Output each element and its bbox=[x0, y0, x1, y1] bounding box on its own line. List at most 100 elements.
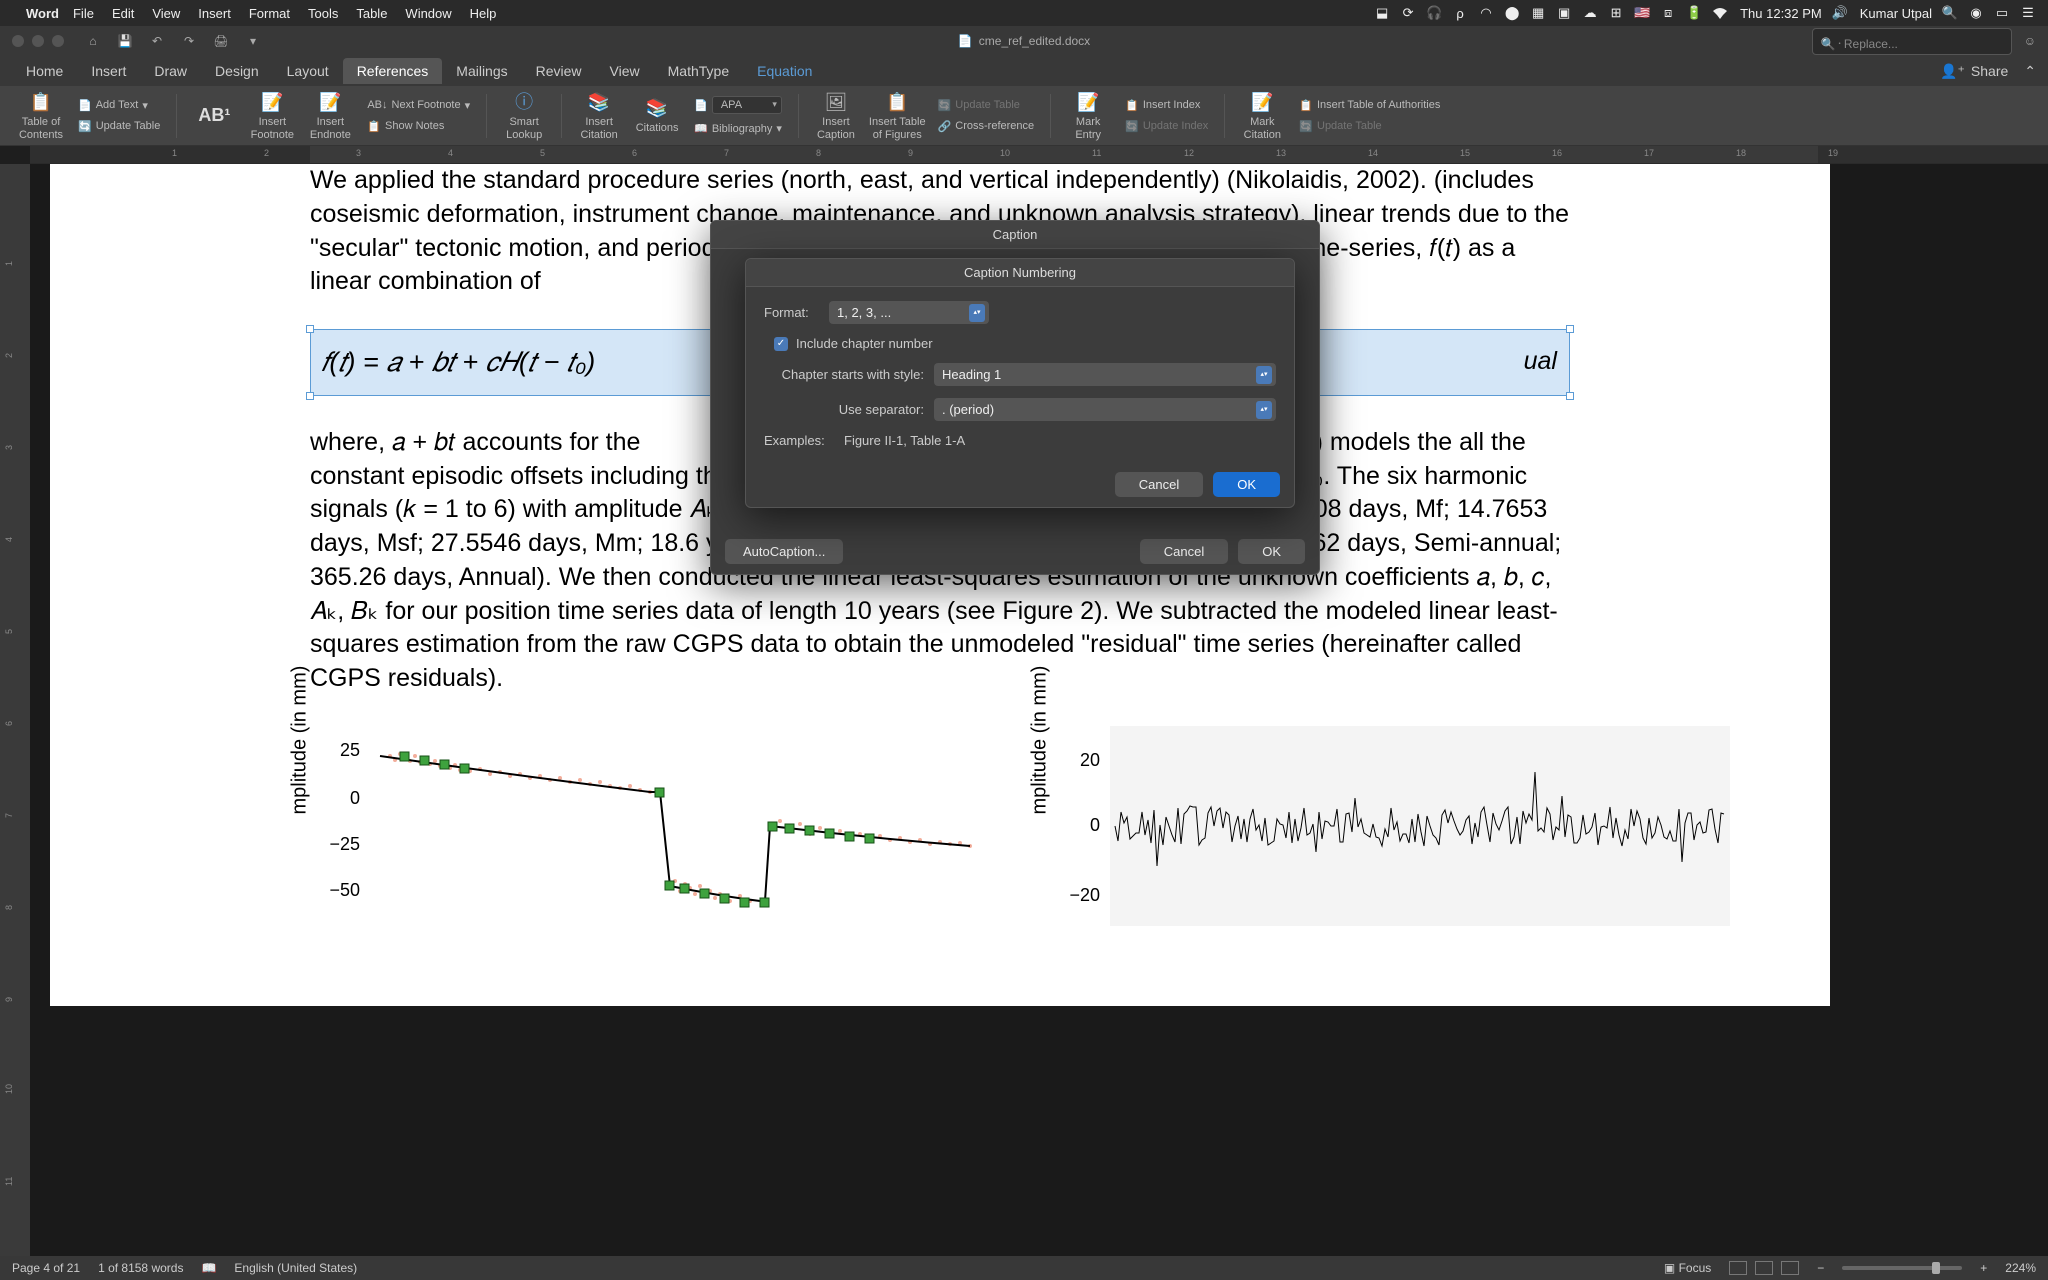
tab-mathtype[interactable]: MathType bbox=[654, 58, 743, 84]
menu-window[interactable]: Window bbox=[405, 6, 451, 21]
tab-references[interactable]: References bbox=[343, 58, 443, 84]
menu-view[interactable]: View bbox=[152, 6, 180, 21]
insert-tof-button[interactable]: 📋 Insert Table of Figures bbox=[869, 90, 926, 140]
tab-layout[interactable]: Layout bbox=[273, 58, 343, 84]
tab-home[interactable]: Home bbox=[12, 58, 77, 84]
display-icon[interactable]: ▭ bbox=[1994, 5, 2010, 21]
search-replace-box[interactable]: 🔍᠂ Replace... bbox=[1812, 28, 2012, 55]
citation-style-dropdown[interactable]: 📄APA bbox=[690, 94, 786, 116]
zoom-in-button[interactable]: + bbox=[1980, 1261, 1987, 1275]
hat-icon[interactable]: ◠ bbox=[1478, 5, 1494, 21]
citations-button[interactable]: 📚 Citations bbox=[632, 96, 682, 134]
format-select[interactable]: 1, 2, 3, ... ▴▾ bbox=[829, 301, 989, 324]
customize-qat-icon[interactable]: ▾ bbox=[244, 32, 262, 50]
minimize-window-button[interactable] bbox=[32, 35, 44, 47]
home-icon[interactable]: ⌂ bbox=[84, 32, 102, 50]
include-chapter-row[interactable]: ✓ Include chapter number bbox=[764, 336, 1276, 351]
separator-select[interactable]: . (period) ▴▾ bbox=[934, 398, 1276, 421]
view-web-layout[interactable] bbox=[1755, 1261, 1773, 1275]
smart-lookup-button[interactable]: ⓘ Smart Lookup bbox=[499, 90, 549, 140]
menu-file[interactable]: File bbox=[73, 6, 94, 21]
show-notes-button[interactable]: 📋Show Notes bbox=[363, 118, 474, 135]
notification-center-icon[interactable]: ☰ bbox=[2020, 5, 2036, 21]
menu-edit[interactable]: Edit bbox=[112, 6, 134, 21]
next-footnote-button[interactable]: AB↓Next Footnote ▾ bbox=[363, 97, 474, 114]
tab-design[interactable]: Design bbox=[201, 58, 273, 84]
menu-insert[interactable]: Insert bbox=[198, 6, 231, 21]
app-name[interactable]: Word bbox=[26, 6, 59, 21]
insert-caption-button[interactable]: 🖼 Insert Caption bbox=[811, 90, 861, 140]
status-icon-4[interactable]: ⊞ bbox=[1608, 5, 1624, 21]
status-icon-3[interactable]: ▣ bbox=[1556, 5, 1572, 21]
focus-mode-button[interactable]: ▣ Focus bbox=[1664, 1261, 1711, 1275]
toc-button[interactable]: 📋 Table of Contents bbox=[16, 90, 66, 140]
menu-help[interactable]: Help bbox=[470, 6, 497, 21]
caption-ok-button[interactable]: OK bbox=[1238, 539, 1305, 564]
horizontal-ruler[interactable]: 12345678910111213141516171819 bbox=[30, 146, 2048, 164]
status-icon-1[interactable]: ⬤ bbox=[1504, 5, 1520, 21]
chart-left[interactable]: mplitude (in mm) 25 0 −25 −50 bbox=[310, 716, 1010, 946]
tab-equation[interactable]: Equation bbox=[743, 58, 826, 84]
tab-draw[interactable]: Draw bbox=[140, 58, 201, 84]
tab-insert[interactable]: Insert bbox=[77, 58, 140, 84]
dropbox-icon[interactable]: ⬓ bbox=[1374, 5, 1390, 21]
battery-icon[interactable]: 🔋 bbox=[1686, 5, 1702, 21]
collapse-ribbon-icon[interactable]: ⌃ bbox=[2024, 63, 2036, 80]
mark-entry-button[interactable]: 📝 Mark Entry bbox=[1063, 90, 1113, 140]
footnote-ab-button[interactable]: AB¹ bbox=[189, 106, 239, 126]
clock[interactable]: Thu 12:32 PM bbox=[1740, 6, 1822, 21]
bluetooth-icon[interactable]: ⧈ bbox=[1660, 5, 1676, 21]
print-icon[interactable]: 🖨 bbox=[212, 32, 230, 50]
vertical-ruler[interactable]: 123456789101112 bbox=[0, 164, 30, 1256]
spotlight-icon[interactable]: 🔍 bbox=[1942, 5, 1958, 21]
status-icon-2[interactable]: ▦ bbox=[1530, 5, 1546, 21]
numbering-ok-button[interactable]: OK bbox=[1213, 472, 1280, 497]
user-name[interactable]: Kumar Utpal bbox=[1860, 6, 1932, 21]
view-print-layout[interactable] bbox=[1729, 1261, 1747, 1275]
add-text-button[interactable]: 📄Add Text ▾ bbox=[74, 97, 164, 114]
resize-handle-nw[interactable] bbox=[306, 325, 314, 333]
chapter-style-select[interactable]: Heading 1 ▴▾ bbox=[934, 363, 1276, 386]
headphones-icon[interactable]: 🎧 bbox=[1426, 5, 1442, 21]
language-indicator[interactable]: English (United States) bbox=[234, 1261, 357, 1275]
menu-tools[interactable]: Tools bbox=[308, 6, 338, 21]
tab-review[interactable]: Review bbox=[522, 58, 596, 84]
zoom-level[interactable]: 224% bbox=[2005, 1261, 2036, 1275]
insert-footnote-button[interactable]: 📝 Insert Footnote bbox=[247, 90, 297, 140]
resize-handle-sw[interactable] bbox=[306, 392, 314, 400]
autocaption-button[interactable]: AutoCaption... bbox=[725, 539, 843, 564]
cloud-icon[interactable]: ☁ bbox=[1582, 5, 1598, 21]
zoom-slider[interactable] bbox=[1842, 1266, 1962, 1270]
close-window-button[interactable] bbox=[12, 35, 24, 47]
zoom-window-button[interactable] bbox=[52, 35, 64, 47]
menu-format[interactable]: Format bbox=[249, 6, 290, 21]
include-chapter-checkbox[interactable]: ✓ bbox=[774, 337, 788, 351]
share-button[interactable]: 👤⁺ Share ⌃ bbox=[1940, 63, 2036, 80]
volume-icon[interactable]: 🔊 bbox=[1832, 5, 1848, 21]
cross-reference-button[interactable]: 🔗Cross-reference bbox=[934, 118, 1039, 135]
insert-endnote-button[interactable]: 📝 Insert Endnote bbox=[305, 90, 355, 140]
redo-icon[interactable]: ↷ bbox=[180, 32, 198, 50]
resize-handle-ne[interactable] bbox=[1566, 325, 1574, 333]
word-count[interactable]: 1 of 8158 words bbox=[98, 1261, 183, 1275]
menu-table[interactable]: Table bbox=[356, 6, 387, 21]
undo-icon[interactable]: ↶ bbox=[148, 32, 166, 50]
tab-view[interactable]: View bbox=[596, 58, 654, 84]
resize-handle-se[interactable] bbox=[1566, 392, 1574, 400]
insert-toa-button[interactable]: 📋Insert Table of Authorities bbox=[1295, 97, 1444, 114]
spellcheck-icon[interactable]: 📖 bbox=[201, 1261, 216, 1275]
insert-citation-button[interactable]: 📚 Insert Citation bbox=[574, 90, 624, 140]
app-icon[interactable]: ρ bbox=[1452, 5, 1468, 21]
tab-mailings[interactable]: Mailings bbox=[442, 58, 521, 84]
caption-cancel-button[interactable]: Cancel bbox=[1140, 539, 1228, 564]
sync-icon[interactable]: ⟳ bbox=[1400, 5, 1416, 21]
flag-icon[interactable]: 🇺🇸 bbox=[1634, 5, 1650, 21]
numbering-cancel-button[interactable]: Cancel bbox=[1115, 472, 1203, 497]
view-outline[interactable] bbox=[1781, 1261, 1799, 1275]
save-icon[interactable]: 💾 bbox=[116, 32, 134, 50]
update-table-button-1[interactable]: 🔄Update Table bbox=[74, 118, 164, 135]
bibliography-button[interactable]: 📖Bibliography ▾ bbox=[690, 120, 786, 137]
wifi-icon[interactable] bbox=[1712, 5, 1728, 21]
chart-right[interactable]: mplitude (in mm) 20 0 −20 bbox=[1050, 716, 1750, 946]
feedback-icon[interactable]: ☺ bbox=[2024, 34, 2036, 48]
